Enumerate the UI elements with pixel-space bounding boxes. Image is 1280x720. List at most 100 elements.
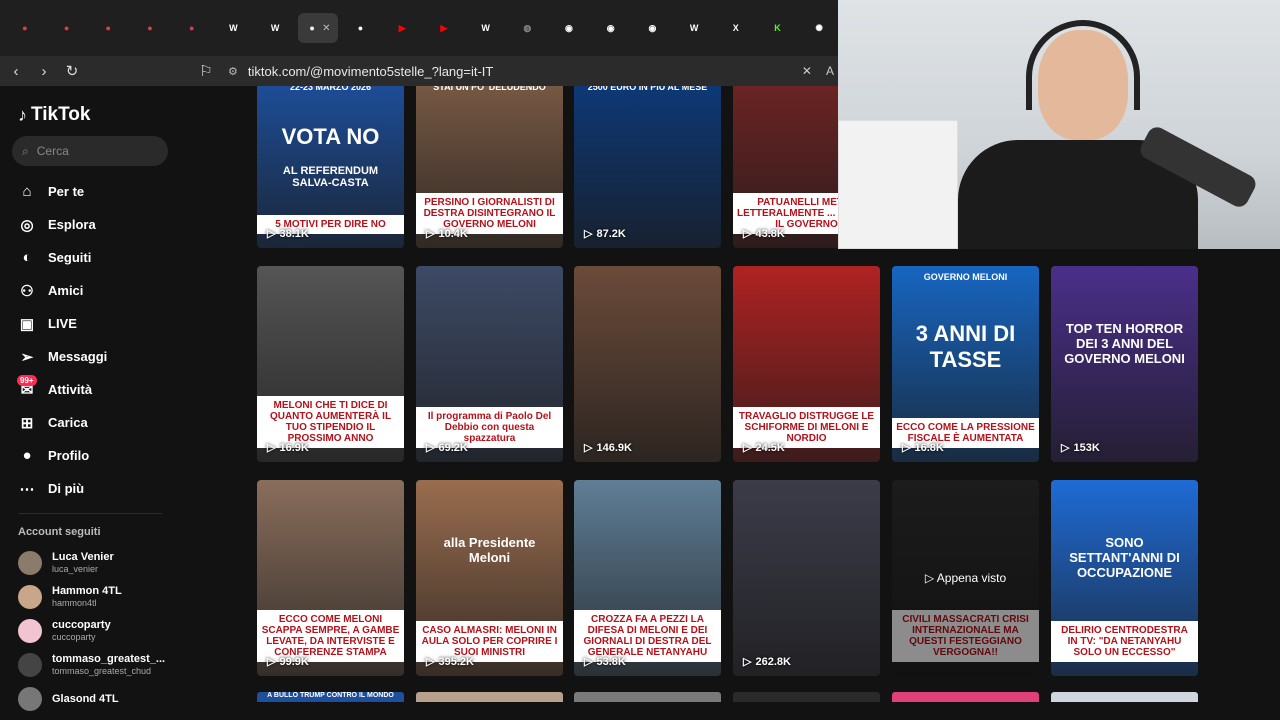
tiktok-icon: ● [22,23,28,33]
browser-tab[interactable]: ● [89,13,127,43]
tiktok-icon: ● [105,23,111,33]
browser-tab[interactable]: ● [131,13,169,43]
url-field[interactable]: ⚙ tiktok.com/@movimento5stelle_?lang=it-… [222,59,838,83]
video-card[interactable]: ▷ 146.9K [574,266,721,462]
browser-tab[interactable]: W [256,13,294,43]
wikipedia-icon: W [689,23,699,33]
sidebar-item-send[interactable]: ➢ Messaggi [18,340,182,373]
browser-tab[interactable]: ● [173,13,211,43]
tiktok-logo[interactable]: ♪ TikTok [18,104,182,126]
video-card[interactable]: MELONI CHE TI DICE DI QUANTO AUMENTERÀ I… [257,266,404,462]
view-count: ▷ 395.2K [426,655,474,669]
compass-icon: ◎ [20,216,34,234]
play-icon: ▷ [743,228,752,240]
video-card[interactable] [574,692,721,702]
video-card[interactable] [1051,692,1198,702]
followed-account[interactable]: tommaso_greatest_... tommaso_greatest_chu… [18,648,182,682]
bookmark-icon[interactable]: ⚐ [194,59,218,83]
sidebar-item-following[interactable]: ◐ Seguiti [18,241,182,274]
browser-tab[interactable]: ◉ [634,13,672,43]
browser-tab[interactable]: ▶ [383,13,421,43]
forward-icon[interactable]: › [32,59,56,83]
followed-account[interactable]: Luca Venier luca_venier [18,546,182,580]
browser-tab[interactable]: ● [6,13,44,43]
video-card[interactable]: Il programma di Paolo Del Debbio con que… [416,266,563,462]
play-icon: ▷ [584,656,593,668]
followed-account[interactable]: cuccoparty cuccoparty [18,614,182,648]
browser-tab[interactable]: ▶ [425,13,463,43]
tiktok-icon: ● [188,23,195,33]
sidebar-item-friends[interactable]: ⚇ Amici [18,274,182,307]
video-card[interactable]: SONO SETTANT'ANNI DI OCCUPAZIONE DELIRIO … [1051,480,1198,676]
reload-icon[interactable]: ↻ [60,59,84,83]
play-icon: ▷ [743,656,752,668]
search-input[interactable]: ⌕ Cerca [12,136,168,166]
browser-tab[interactable]: ● [342,13,380,43]
view-count: ▷ 38.1K [267,227,309,241]
video-card[interactable]: 22-23 MARZO 2026 VOTA NO AL REFERENDUM SAL… [257,86,404,248]
tiktok-note-icon: ♪ [18,104,27,125]
headset-image [1026,20,1140,110]
just-watched-overlay: ▷ Appena visto [892,480,1039,676]
divider [18,513,162,514]
video-card[interactable]: A BULLO TRUMP CONTRO IL MONDO [257,692,404,702]
browser-tab[interactable]: ◉ [592,13,630,43]
video-card[interactable]: GOVERNO MELONI 3 ANNI DI TASSE ECCO COME L… [892,266,1039,462]
account-name: Hammon 4TL [52,585,122,597]
more-icon: ⋯ [19,480,35,498]
video-card[interactable]: ECCO COME MELONI SCAPPA SEMPRE, A GAMBE … [257,480,404,676]
browser-tab[interactable]: ◉ [550,13,588,43]
back-icon[interactable]: ‹ [4,59,28,83]
read-aloud-icon[interactable]: ✕ [802,64,812,78]
video-card[interactable]: 2500 EURO IN PIÙ AL MESE ▷ 87.2K [574,86,721,248]
followed-account[interactable]: Hammon 4TL hammon4tl [18,580,182,614]
sidebar-item-compass[interactable]: ◎ Esplora [18,208,182,241]
browser-tab[interactable]: W [215,13,253,43]
sidebar-item-label: Profilo [48,448,90,463]
view-count: ▷ 153K [1061,441,1100,455]
view-count-text: 53.8K [596,655,626,668]
browser-tab[interactable]: W [675,13,713,43]
browser-tab[interactable]: K [759,13,797,43]
send-icon: ➢ [20,348,34,366]
video-card[interactable]: STAI UN PO' DELUDENDO PERSINO I GIORNALIS… [416,86,563,248]
video-top-text: 2500 EURO IN PIÙ AL MESE [587,86,708,92]
browser-tab[interactable]: W [467,13,505,43]
close-tab-icon[interactable]: ✕ [322,23,330,34]
followed-accounts-list: Luca Venier luca_venier Hammon 4TL hammon4t… [18,546,182,716]
video-card[interactable]: CROZZA FA A PEZZI LA DIFESA DI MELONI E … [574,480,721,676]
url-text: tiktok.com/@movimento5stelle_?lang=it-IT [247,63,494,79]
followed-account[interactable]: Glasond 4TL [18,682,182,716]
video-card[interactable] [416,692,563,702]
translate-icon[interactable]: A [826,64,834,78]
site-info-icon[interactable]: ⚙ [228,65,238,78]
sidebar-item-upload[interactable]: ⊞ Carica [18,406,182,439]
sidebar-item-more[interactable]: ⋯ Di più [18,472,182,505]
browser-tab[interactable]: ● [48,13,86,43]
avatar-icon: ◉ [648,22,657,33]
sidebar-item-label: Carica [48,415,88,430]
followed-accounts-title: Account seguiti [18,526,101,538]
video-card[interactable] [892,692,1039,702]
sidebar-item-home[interactable]: ⌂ Per te [18,175,182,208]
play-icon: ▷ [584,228,593,240]
video-card[interactable]: CIVILI MASSACRATI CRISI INTERNAZIONALE M… [892,480,1039,676]
tiktok-icon: ● [63,23,70,33]
video-card[interactable]: ▷ 262.8K [733,480,880,676]
openai-icon: ✺ [815,22,823,33]
view-count: ▷ 99.9K [267,655,309,669]
sidebar-item-profile[interactable]: ● Profilo [18,439,182,472]
video-card[interactable]: TRAVAGLIO DISTRUGGE LE SCHIFORME DI MELO… [733,266,880,462]
video-card[interactable] [733,692,880,702]
view-count-text: 153K [1073,441,1100,454]
avatar-icon: ◉ [606,22,615,33]
sidebar-item-live[interactable]: ▣ LIVE [18,307,182,340]
browser-tab[interactable]: ◍ [508,13,546,43]
youtube-icon: ▶ [440,22,448,33]
browser-tab[interactable]: X [717,13,755,43]
browser-tab[interactable]: ● ✕ [297,13,338,43]
browser-tab[interactable]: ✺ [800,13,838,43]
video-card[interactable]: alla Presidente Meloni CASO ALMASRI: MELO… [416,480,563,676]
video-card[interactable]: TOP TEN HORROR DEI 3 ANNI DEL GOVERNO ME… [1051,266,1198,462]
sidebar-item-inbox[interactable]: ✉ Attività 99+ [17,373,182,406]
